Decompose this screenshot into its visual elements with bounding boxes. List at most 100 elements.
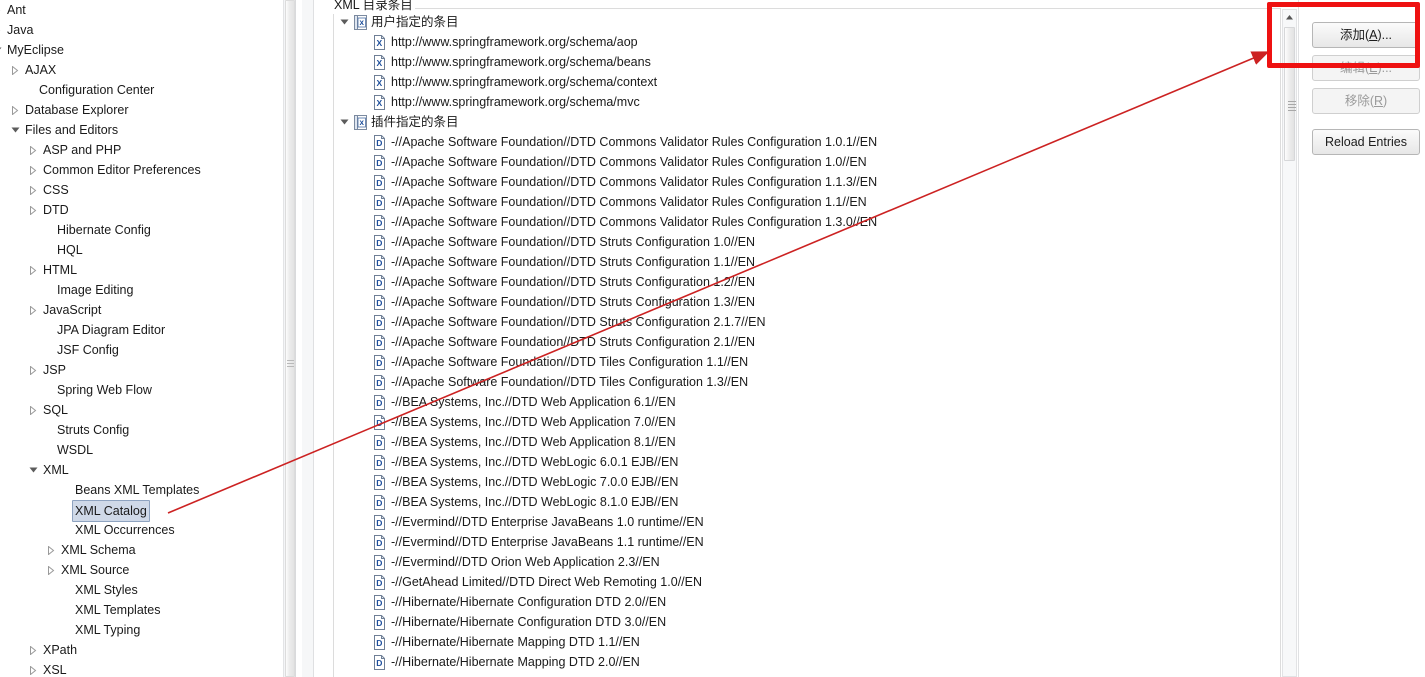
- catalog-entry-row[interactable]: D -//Apache Software Foundation//DTD Stru…: [336, 292, 1280, 312]
- catalog-group-row[interactable]: x 用户指定的条目: [336, 12, 1280, 32]
- sidebar-item-spring-web-flow[interactable]: Spring Web Flow: [0, 380, 283, 400]
- catalog-entry-row[interactable]: D -//Hibernate/Hibernate Mapping DTD 1.1/…: [336, 632, 1280, 652]
- catalog-entry-row[interactable]: D -//Apache Software Foundation//DTD Stru…: [336, 332, 1280, 352]
- chevron-right-icon[interactable]: [26, 640, 40, 660]
- catalog-entry-row[interactable]: Xhttp://www.springframework.org/schema/a…: [336, 32, 1280, 52]
- sidebar-item-struts-config[interactable]: Struts Config: [0, 420, 283, 440]
- chevron-right-icon[interactable]: [26, 300, 40, 320]
- sidebar-item-xml-occurrences[interactable]: XML Occurrences: [0, 520, 283, 540]
- sidebar-item-dtd[interactable]: DTD: [0, 200, 283, 220]
- catalog-entry-row[interactable]: D -//Apache Software Foundation//DTD Stru…: [336, 232, 1280, 252]
- sidebar-item-xsl[interactable]: XSL: [0, 660, 283, 677]
- svg-text:D: D: [376, 238, 382, 248]
- chevron-down-icon[interactable]: [8, 120, 22, 140]
- sidebar-item-xml-schema[interactable]: XML Schema: [0, 540, 283, 560]
- catalog-entry-row[interactable]: D -//Evermind//DTD Orion Web Application …: [336, 552, 1280, 572]
- catalog-entry-row[interactable]: D -//Apache Software Foundation//DTD Tile…: [336, 352, 1280, 372]
- catalog-entry-row[interactable]: D -//BEA Systems, Inc.//DTD Web Applicati…: [336, 432, 1280, 452]
- chevron-right-icon[interactable]: [26, 400, 40, 420]
- xml-catalog-entries-list[interactable]: x 用户指定的条目 Xhttp://www.springframework.org/…: [336, 12, 1280, 677]
- sidebar-item-jpa-diagram-editor[interactable]: JPA Diagram Editor: [0, 320, 283, 340]
- sidebar-item-xml-templates[interactable]: XML Templates: [0, 600, 283, 620]
- sidebar-item-ant[interactable]: Ant: [0, 0, 283, 20]
- add-button[interactable]: 添加(A)...: [1312, 22, 1420, 48]
- sidebar-item-configuration-center[interactable]: Configuration Center: [0, 80, 283, 100]
- chevron-down-icon[interactable]: [336, 12, 352, 32]
- sidebar-item-css[interactable]: CSS: [0, 180, 283, 200]
- entries-list-scrollbar-thumb[interactable]: [1284, 27, 1296, 161]
- catalog-entry-row[interactable]: D -//Apache Software Foundation//DTD Stru…: [336, 312, 1280, 332]
- catalog-entry-row[interactable]: D -//BEA Systems, Inc.//DTD WebLogic 7.0.…: [336, 472, 1280, 492]
- sidebar-item-common-editor-preferences[interactable]: Common Editor Preferences: [0, 160, 283, 180]
- sidebar-item-xml-styles[interactable]: XML Styles: [0, 580, 283, 600]
- sidebar-scrollbar-thumb[interactable]: [285, 0, 295, 677]
- sidebar-item-hql[interactable]: HQL: [0, 240, 283, 260]
- chevron-right-icon[interactable]: [26, 260, 40, 280]
- catalog-entry-row[interactable]: D -//Evermind//DTD Enterprise JavaBeans 1…: [336, 532, 1280, 552]
- sidebar-scrollbar[interactable]: [283, 0, 296, 677]
- catalog-entry-row[interactable]: D -//Apache Software Foundation//DTD Stru…: [336, 272, 1280, 292]
- sidebar-item-wsdl[interactable]: WSDL: [0, 440, 283, 460]
- sidebar-item-files-and-editors[interactable]: Files and Editors: [0, 120, 283, 140]
- sidebar-item-hibernate-config[interactable]: Hibernate Config: [0, 220, 283, 240]
- sidebar-item-html[interactable]: HTML: [0, 260, 283, 280]
- catalog-entry-row[interactable]: D -//BEA Systems, Inc.//DTD Web Applicati…: [336, 412, 1280, 432]
- sidebar-item-xml[interactable]: XML: [0, 460, 283, 480]
- catalog-entry-row[interactable]: Xhttp://www.springframework.org/schema/b…: [336, 52, 1280, 72]
- catalog-entry-row[interactable]: D -//Evermind//DTD Enterprise JavaBeans 1…: [336, 512, 1280, 532]
- chevron-right-icon[interactable]: [26, 140, 40, 160]
- sidebar-item-sql[interactable]: SQL: [0, 400, 283, 420]
- chevron-right-icon[interactable]: [26, 200, 40, 220]
- catalog-entry-row[interactable]: D -//Apache Software Foundation//DTD Comm…: [336, 132, 1280, 152]
- chevron-right-icon[interactable]: [26, 180, 40, 200]
- chevron-right-icon[interactable]: [44, 560, 58, 580]
- catalog-entry-row[interactable]: D -//BEA Systems, Inc.//DTD WebLogic 6.0.…: [336, 452, 1280, 472]
- scroll-up-arrow-icon[interactable]: [1283, 10, 1296, 26]
- sidebar-item-java[interactable]: Java: [0, 20, 283, 40]
- sidebar-item-xml-typing[interactable]: XML Typing: [0, 620, 283, 640]
- chevron-right-icon[interactable]: [8, 60, 22, 80]
- catalog-entry-row[interactable]: D -//Hibernate/Hibernate Configuration DT…: [336, 612, 1280, 632]
- catalog-entry-row[interactable]: Xhttp://www.springframework.org/schema/c…: [336, 72, 1280, 92]
- entries-list-scrollbar[interactable]: [1282, 9, 1297, 677]
- catalog-entry-row[interactable]: D -//BEA Systems, Inc.//DTD Web Applicati…: [336, 392, 1280, 412]
- sidebar-item-ajax[interactable]: AJAX: [0, 60, 283, 80]
- sidebar-item-xpath[interactable]: XPath: [0, 640, 283, 660]
- sidebar-item-jsp[interactable]: JSP: [0, 360, 283, 380]
- chevron-right-icon[interactable]: [26, 160, 40, 180]
- catalog-entry-row[interactable]: D -//Hibernate/Hibernate Configuration DT…: [336, 592, 1280, 612]
- preferences-tree[interactable]: Ant Java MyEclipse AJAX Configuration Center…: [0, 0, 283, 677]
- reload-entries-button[interactable]: Reload Entries: [1312, 129, 1420, 155]
- chevron-down-icon[interactable]: [26, 460, 40, 480]
- catalog-entry-row[interactable]: D -//Apache Software Foundation//DTD Comm…: [336, 152, 1280, 172]
- svg-text:D: D: [376, 158, 382, 168]
- sidebar-item-database-explorer[interactable]: Database Explorer: [0, 100, 283, 120]
- catalog-entry-row[interactable]: D -//Apache Software Foundation//DTD Stru…: [336, 252, 1280, 272]
- catalog-entry-row[interactable]: D -//Apache Software Foundation//DTD Comm…: [336, 212, 1280, 232]
- chevron-right-icon[interactable]: [44, 540, 58, 560]
- chevron-right-icon[interactable]: [26, 360, 40, 380]
- sidebar-item-xml-catalog[interactable]: XML Catalog: [0, 500, 283, 522]
- sidebar-item-jsf-config[interactable]: JSF Config: [0, 340, 283, 360]
- catalog-entry-row[interactable]: D -//Hibernate/Hibernate Mapping DTD 2.0/…: [336, 652, 1280, 672]
- catalog-entry-row[interactable]: D -//Apache Software Foundation//DTD Comm…: [336, 172, 1280, 192]
- chevron-down-icon[interactable]: [0, 40, 4, 60]
- catalog-entry-row[interactable]: D -//Apache Software Foundation//DTD Comm…: [336, 192, 1280, 212]
- sidebar-item-beans-xml-templates[interactable]: Beans XML Templates: [0, 480, 283, 500]
- sidebar-item-myeclipse[interactable]: MyEclipse: [0, 40, 283, 60]
- chevron-right-icon[interactable]: [26, 660, 40, 677]
- catalog-group-row[interactable]: x 插件指定的条目: [336, 112, 1280, 132]
- sidebar-item-xml-source[interactable]: XML Source: [0, 560, 283, 580]
- catalog-entry-row[interactable]: D -//GetAhead Limited//DTD Direct Web Rem…: [336, 572, 1280, 592]
- chevron-right-icon[interactable]: [0, 20, 4, 40]
- sidebar-item-javascript[interactable]: JavaScript: [0, 300, 283, 320]
- chevron-down-icon[interactable]: [336, 112, 352, 132]
- sidebar-item-image-editing[interactable]: Image Editing: [0, 280, 283, 300]
- catalog-entry-row[interactable]: Xhttp://www.springframework.org/schema/m…: [336, 92, 1280, 112]
- chevron-right-icon[interactable]: [8, 100, 22, 120]
- dtd-entry-icon: D: [372, 575, 388, 590]
- catalog-entry-row[interactable]: D -//BEA Systems, Inc.//DTD WebLogic 8.1.…: [336, 492, 1280, 512]
- sidebar-item-asp-and-php[interactable]: ASP and PHP: [0, 140, 283, 160]
- chevron-right-icon[interactable]: [0, 0, 4, 20]
- catalog-entry-row[interactable]: D -//Apache Software Foundation//DTD Tile…: [336, 372, 1280, 392]
